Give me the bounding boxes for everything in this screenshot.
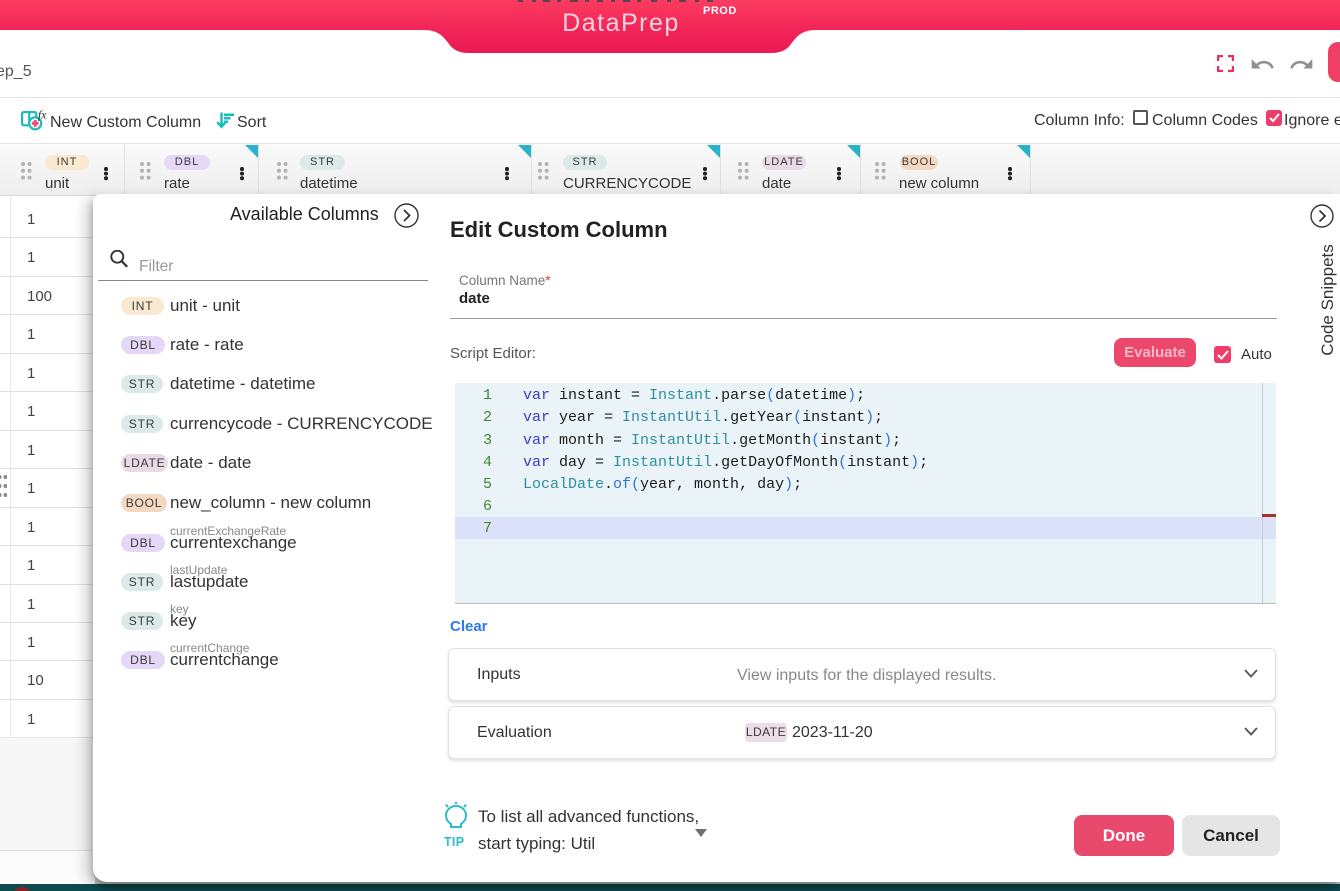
svg-text:fx: fx (38, 110, 47, 122)
